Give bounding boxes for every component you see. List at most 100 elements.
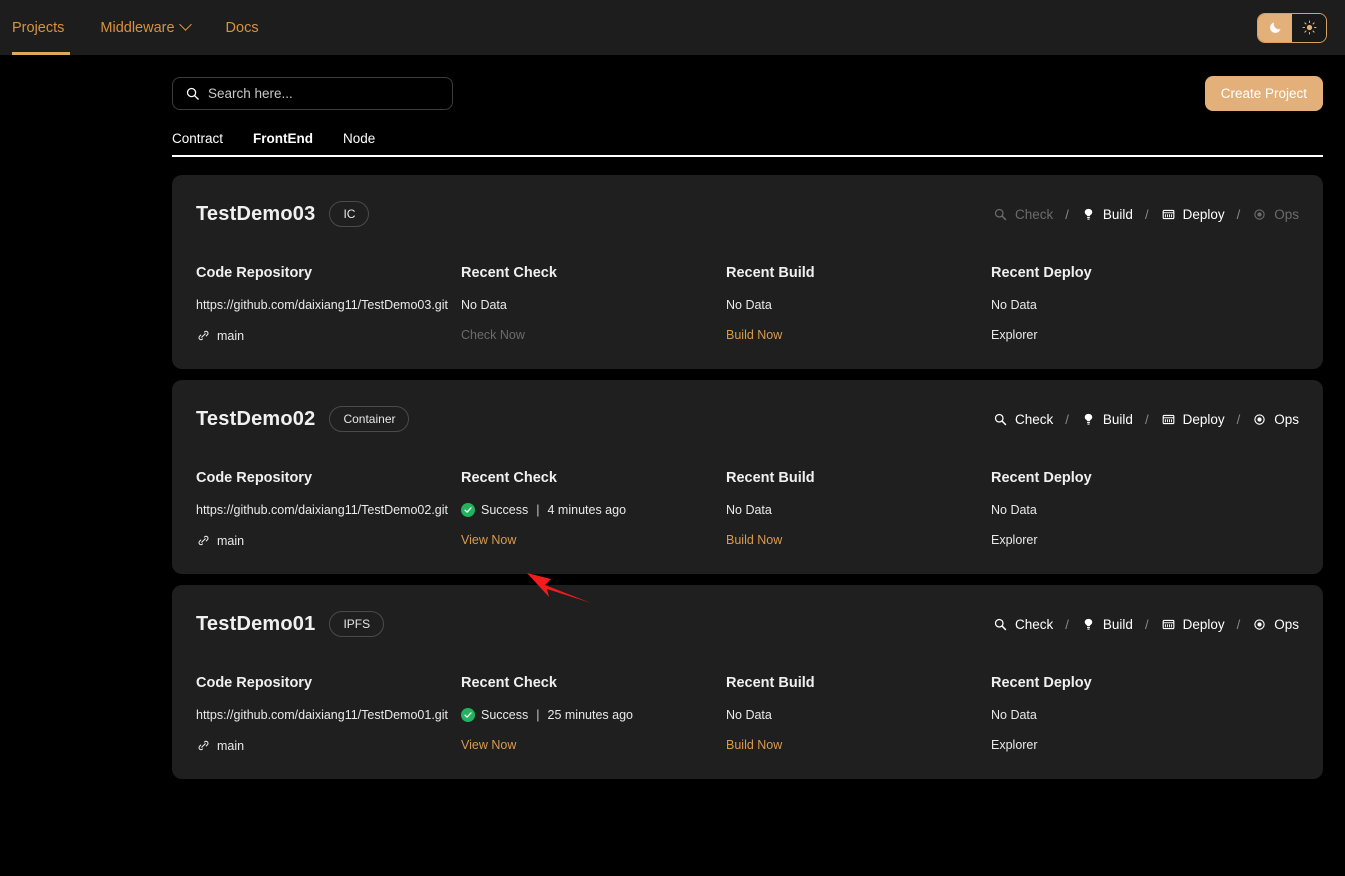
- theme-dark-button[interactable]: [1258, 13, 1292, 42]
- search-box[interactable]: [172, 77, 453, 110]
- column-recent-deploy-title: Recent Deploy: [991, 265, 1092, 281]
- project-type-badge: IPFS: [329, 611, 385, 637]
- action-ops-label: Ops: [1274, 206, 1299, 222]
- build-action-link[interactable]: Build Now: [726, 738, 991, 752]
- build-status: No Data: [726, 708, 772, 722]
- repo-url: https://github.com/daixiang11/TestDemo02…: [196, 503, 448, 517]
- project-card-body: Code Repository https://github.com/daixia…: [196, 470, 1299, 548]
- column-recent-build: Recent Build No Data Build Now: [726, 265, 991, 343]
- target-icon: [1254, 618, 1265, 630]
- column-recent-build: Recent Build No Data Build Now: [726, 675, 991, 753]
- tab-frontend[interactable]: FrontEnd: [253, 131, 313, 155]
- column-recent-check: Recent Check Success | 25 minutes ago View N…: [461, 675, 726, 753]
- check-status: No Data: [461, 298, 726, 312]
- status-success-icon: [461, 503, 475, 517]
- action-check-label: Check: [1015, 616, 1054, 632]
- magnifier-icon: [994, 413, 1007, 425]
- action-separator: /: [1144, 616, 1149, 632]
- chevron-down-icon: [178, 18, 192, 31]
- status-success-icon: [461, 708, 475, 722]
- action-deploy-icon-wrap: [1161, 207, 1176, 222]
- tab-contract[interactable]: Contract: [172, 131, 223, 155]
- action-check[interactable]: Check: [993, 617, 1053, 632]
- deploy-action-link[interactable]: Explorer: [991, 328, 1256, 342]
- project-title: TestDemo02: [196, 407, 316, 430]
- project-card-header: TestDemo03 IC Check / Build / Deploy / Ops: [196, 197, 1299, 231]
- column-recent-check: Recent Check No Data Check Now: [461, 265, 726, 343]
- theme-light-button[interactable]: [1292, 13, 1326, 42]
- build-status: No Data: [726, 298, 772, 312]
- action-ops[interactable]: Ops: [1252, 412, 1299, 427]
- target-icon: [1254, 208, 1265, 220]
- action-deploy[interactable]: Deploy: [1161, 207, 1225, 222]
- nav-item-middleware[interactable]: Middleware: [82, 0, 207, 55]
- deploy-action-link[interactable]: Explorer: [991, 533, 1256, 547]
- column-code-repository-title: Code Repository: [196, 675, 313, 691]
- action-separator: /: [1065, 411, 1069, 427]
- action-check: Check: [993, 207, 1053, 222]
- column-code-repository-title: Code Repository: [196, 470, 313, 486]
- deploy-status: No Data: [991, 503, 1037, 517]
- check-status-label: No Data: [461, 298, 507, 312]
- action-build[interactable]: Build: [1081, 617, 1133, 632]
- repo-url: https://github.com/daixiang11/TestDemo01…: [196, 708, 448, 722]
- action-separator: /: [1144, 206, 1149, 222]
- action-separator: /: [1236, 411, 1241, 427]
- deploy-action-link[interactable]: Explorer: [991, 738, 1256, 752]
- action-deploy[interactable]: Deploy: [1161, 412, 1225, 427]
- nav-item-projects[interactable]: Projects: [0, 0, 82, 55]
- column-recent-build-title: Recent Build: [726, 470, 815, 486]
- project-card-header: TestDemo01 IPFS Check / Build / Deploy / Ops: [196, 607, 1299, 641]
- action-build-icon-wrap: [1081, 617, 1096, 632]
- moon-icon: [1269, 22, 1280, 33]
- column-recent-deploy-title: Recent Deploy: [991, 470, 1092, 486]
- nav-item-docs-label: Docs: [225, 19, 259, 36]
- action-build-icon-wrap: [1081, 412, 1096, 427]
- action-ops: Ops: [1252, 207, 1299, 222]
- project-card-list: TestDemo03 IC Check / Build / Deploy / Ops Code R…: [0, 157, 1345, 779]
- action-check[interactable]: Check: [993, 412, 1053, 427]
- project-card: TestDemo01 IPFS Check / Build / Deploy / Ops Code…: [172, 585, 1323, 779]
- action-separator: /: [1065, 206, 1069, 222]
- build-action-link[interactable]: Build Now: [726, 533, 991, 547]
- server-rack-icon: [1162, 414, 1174, 424]
- column-recent-deploy: Recent Deploy No Data Explorer: [991, 675, 1256, 753]
- action-deploy[interactable]: Deploy: [1161, 617, 1225, 632]
- target-icon: [1254, 413, 1265, 425]
- project-title: TestDemo03: [196, 202, 316, 225]
- column-recent-deploy: Recent Deploy No Data Explorer: [991, 265, 1256, 343]
- action-build[interactable]: Build: [1081, 207, 1133, 222]
- action-ops[interactable]: Ops: [1252, 617, 1299, 632]
- repo-branch: main: [196, 533, 461, 548]
- tab-node[interactable]: Node: [343, 131, 375, 155]
- project-actions: Check / Build / Deploy / Ops: [993, 617, 1299, 632]
- tab-frontend-label: FrontEnd: [253, 131, 314, 146]
- nav-item-middleware-label: Middleware: [100, 19, 175, 36]
- action-build[interactable]: Build: [1081, 412, 1133, 427]
- git-branch-icon: [198, 535, 209, 546]
- column-recent-build: Recent Build No Data Build Now: [726, 470, 991, 548]
- repo-url: https://github.com/daixiang11/TestDemo03…: [196, 298, 448, 312]
- repo-branch: main: [196, 738, 461, 753]
- hammer-icon: [1084, 208, 1093, 220]
- action-check-label: Check: [1015, 206, 1054, 222]
- server-rack-icon: [1162, 209, 1174, 219]
- column-code-repository: Code Repository https://github.com/daixia…: [196, 675, 461, 753]
- hammer-icon: [1084, 413, 1093, 425]
- action-build-label: Build: [1102, 411, 1133, 427]
- action-deploy-label: Deploy: [1182, 616, 1225, 632]
- nav-item-docs[interactable]: Docs: [208, 0, 277, 55]
- check-status-label: Success: [481, 708, 529, 722]
- main-content: Create Project Contract FrontEnd Node Te…: [0, 55, 1345, 779]
- nav-items: Projects Middleware Docs: [0, 0, 277, 55]
- theme-toggle[interactable]: [1257, 12, 1327, 43]
- action-deploy-icon-wrap: [1161, 617, 1176, 632]
- create-project-button[interactable]: Create Project: [1204, 76, 1323, 111]
- deploy-status: No Data: [991, 298, 1037, 312]
- column-recent-check: Recent Check Success | 4 minutes ago View No…: [461, 470, 726, 548]
- build-action-link[interactable]: Build Now: [726, 328, 991, 342]
- check-action-link[interactable]: View Now: [461, 533, 726, 547]
- nav-item-projects-label: Projects: [12, 19, 65, 36]
- search-input[interactable]: [208, 86, 440, 101]
- check-action-link[interactable]: View Now: [461, 738, 726, 752]
